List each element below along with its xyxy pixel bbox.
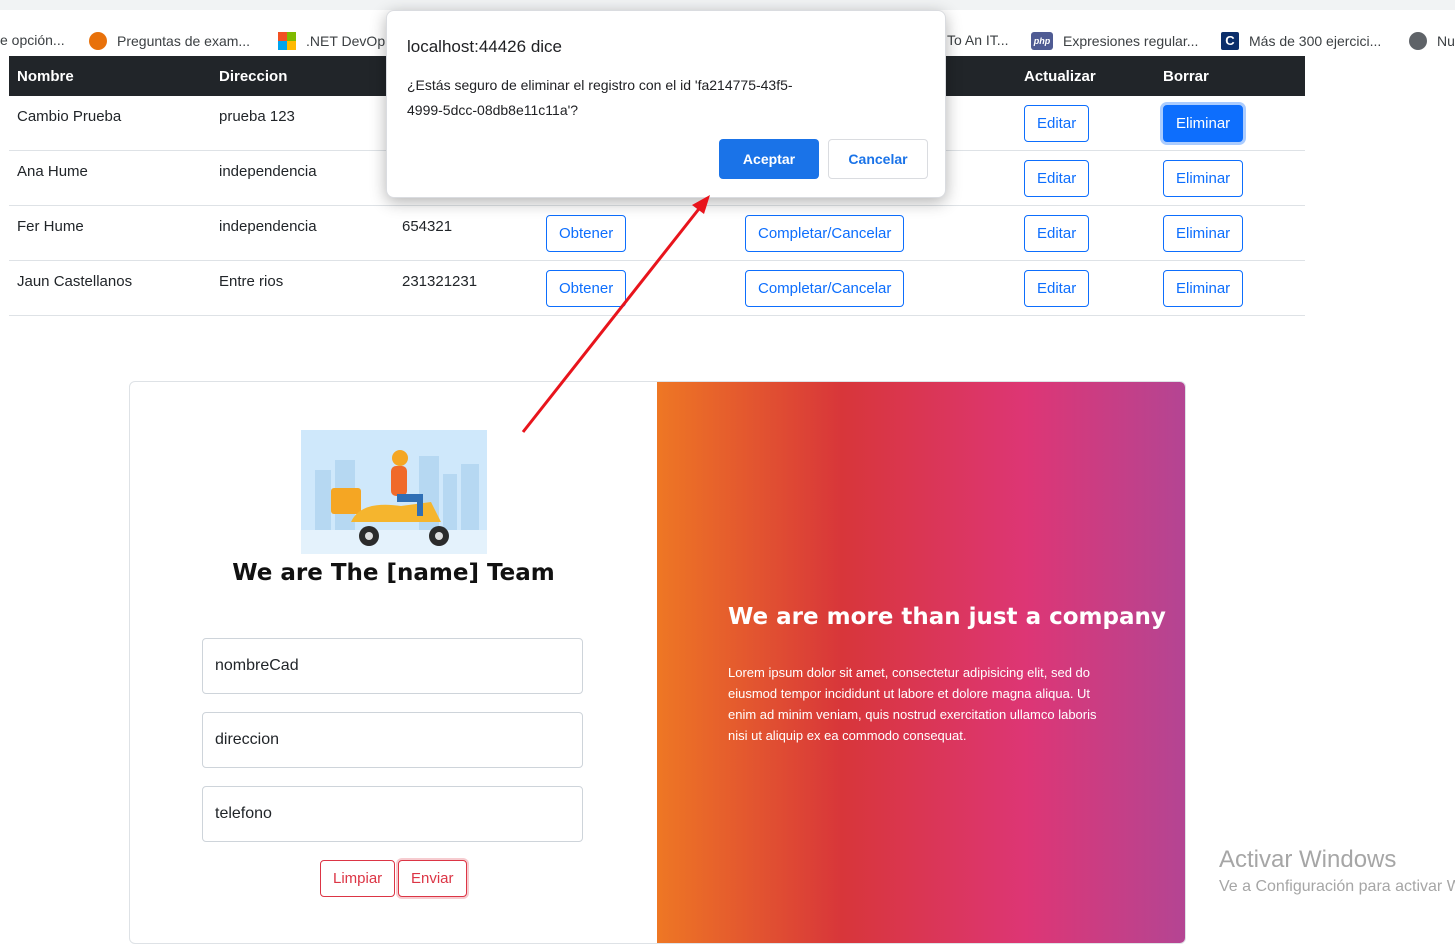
confirm-dialog: localhost:44426 dice ¿Estás seguro de el…	[386, 10, 946, 198]
cell-completar: Completar/Cancelar	[737, 260, 1016, 316]
bookmark-5[interactable]: php Expresiones regular...	[1031, 32, 1198, 50]
table-row: Fer Hume independencia 654321 Obtener Co…	[9, 205, 1305, 261]
delivery-scooter-illustration	[301, 430, 487, 554]
bookmark-1[interactable]: e opción...	[0, 32, 65, 48]
complete-cancel-button[interactable]: Completar/Cancelar	[745, 214, 905, 252]
cell-eliminar: Eliminar	[1155, 96, 1305, 151]
edit-button[interactable]: Editar	[1024, 159, 1090, 197]
watermark-subtitle: Ve a Configuración para activar Windows.	[1219, 878, 1455, 895]
microsoft-icon	[278, 32, 296, 50]
cell-completar: Completar/Cancelar	[737, 205, 1016, 261]
submit-button[interactable]: Enviar	[398, 860, 467, 897]
watermark-title: Activar Windows	[1219, 846, 1397, 873]
globe-icon	[1409, 32, 1427, 50]
dialog-title: localhost:44426 dice	[407, 37, 563, 56]
form-panel: We are The [name] Team nombreCad direcci…	[130, 382, 657, 943]
clear-button[interactable]: Limpiar	[320, 860, 396, 897]
cell-direccion: independencia	[211, 205, 394, 261]
nombre-input[interactable]: nombreCad	[202, 638, 583, 694]
telefono-input[interactable]: telefono	[202, 786, 583, 842]
bookmark-7[interactable]: Nu	[1409, 32, 1455, 50]
cancel-button[interactable]: Cancelar	[828, 139, 928, 179]
cell-telefono: 231321231	[394, 260, 538, 316]
bookmark-6[interactable]: C Más de 300 ejercici...	[1221, 32, 1381, 50]
edit-button[interactable]: Editar	[1024, 214, 1090, 252]
cell-eliminar: Eliminar	[1155, 150, 1305, 206]
registration-card: We are The [name] Team nombreCad direcci…	[129, 381, 1186, 944]
team-title: We are The [name] Team	[232, 560, 555, 586]
complete-cancel-button[interactable]: Completar/Cancelar	[745, 269, 905, 307]
bookmark-2[interactable]: Preguntas de exam...	[89, 32, 250, 50]
cell-editar: Editar	[1016, 260, 1155, 316]
cell-editar: Editar	[1016, 96, 1155, 151]
dialog-message: ¿Estás seguro de eliminar el registro co…	[407, 77, 793, 118]
cell-eliminar: Eliminar	[1155, 205, 1305, 261]
windows-activation-watermark: Activar Windows Ve a Configuración para …	[1219, 846, 1455, 896]
c-icon: C	[1221, 32, 1239, 50]
cell-direccion: independencia	[211, 150, 394, 206]
php-icon: php	[1031, 32, 1053, 50]
delete-button[interactable]: Eliminar	[1163, 159, 1244, 197]
edit-button[interactable]: Editar	[1024, 269, 1090, 307]
cell-editar: Editar	[1016, 205, 1155, 261]
header-direccion: Direccion	[211, 56, 394, 96]
header-actualizar: Actualizar	[1016, 56, 1155, 96]
cell-eliminar: Eliminar	[1155, 260, 1305, 316]
cell-editar: Editar	[1016, 150, 1155, 206]
header-borrar: Borrar	[1155, 56, 1305, 96]
obtain-button[interactable]: Obtener	[546, 214, 627, 252]
direccion-input[interactable]: direccion	[202, 712, 583, 768]
info-panel: We are more than just a company Lorem ip…	[657, 382, 1185, 943]
info-title: We are more than just a company	[728, 604, 1166, 630]
header-nombre: Nombre	[9, 56, 211, 96]
cell-nombre: Jaun Castellanos	[9, 260, 211, 316]
info-text: Lorem ipsum dolor sit amet, consectetur …	[728, 665, 1097, 743]
edit-button[interactable]: Editar	[1024, 104, 1090, 142]
cell-obtener: Obtener	[538, 260, 737, 316]
accept-button[interactable]: Aceptar	[719, 139, 819, 179]
cell-direccion: Entre rios	[211, 260, 394, 316]
table-row: Jaun Castellanos Entre rios 231321231 Ob…	[9, 260, 1305, 316]
quiz-icon	[89, 32, 107, 50]
cell-direccion: prueba 123	[211, 96, 394, 151]
bookmark-3[interactable]: .NET DevOp	[278, 32, 385, 50]
obtain-button[interactable]: Obtener	[546, 269, 627, 307]
cell-nombre: Ana Hume	[9, 150, 211, 206]
bookmark-4[interactable]: To An IT...	[947, 32, 1008, 48]
cell-nombre: Fer Hume	[9, 205, 211, 261]
delete-button[interactable]: Eliminar	[1163, 269, 1244, 307]
cell-nombre: Cambio Prueba	[9, 96, 211, 151]
delete-button[interactable]: Eliminar	[1163, 104, 1244, 142]
delete-button[interactable]: Eliminar	[1163, 214, 1244, 252]
cell-telefono: 654321	[394, 205, 538, 261]
cell-obtener: Obtener	[538, 205, 737, 261]
